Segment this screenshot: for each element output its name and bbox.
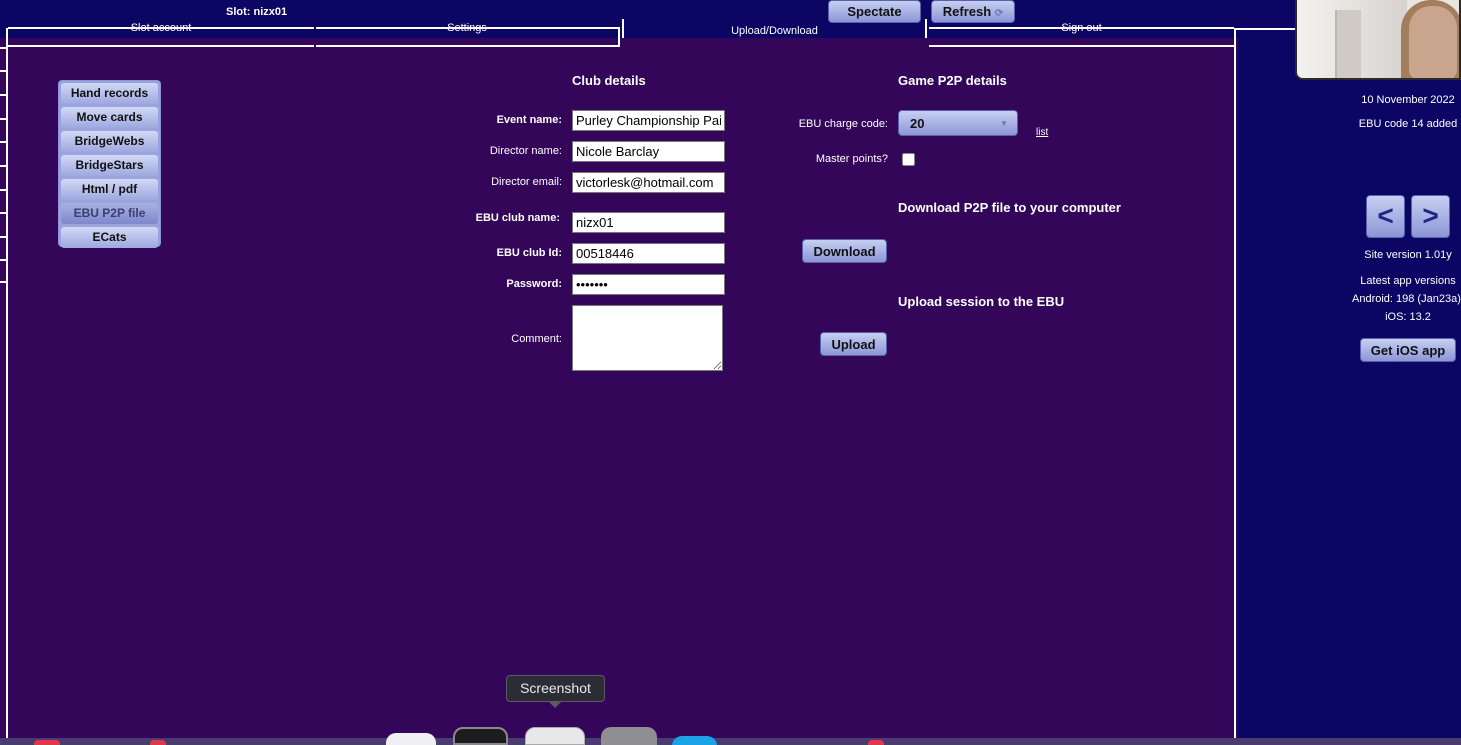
upload-heading: Upload session to the EBU [898,294,1065,309]
event-name-label: Event name: [496,114,562,126]
dock-app-icon[interactable] [672,736,717,745]
ebu-club-name-label: EBU club name: [475,212,560,224]
content-frame [6,28,1236,745]
ebu-charge-code-select[interactable]: 20 ▼ [898,110,1018,136]
latest-app-versions-heading: Latest app versions [1360,275,1456,287]
password-label: Password: [506,278,562,290]
tab-label: Slot account [130,22,192,34]
event-name-field[interactable] [572,110,725,131]
ebu-club-id-label: EBU club Id: [496,247,562,259]
edge-tick [0,281,7,283]
dock [0,738,1461,745]
tab-divider [1236,28,1296,30]
android-version: Android: 198 (Jan23a) [1352,293,1461,305]
side-menu: Hand records Move cards BridgeWebs Bridg… [58,80,161,248]
dock-app-icon[interactable] [868,740,884,745]
dock-safari-icon[interactable] [386,733,436,745]
right-panel [1238,38,1461,745]
refresh-label: Refresh [942,4,992,19]
webcam-thumbnail [1295,0,1461,80]
tab-sign-out[interactable]: Sign out [929,22,1234,47]
charge-code-list-link[interactable]: list [1036,127,1048,138]
next-button[interactable]: > [1411,195,1450,238]
master-points-checkbox[interactable] [902,153,915,166]
menu-item-ebu-p2p-file[interactable]: EBU P2P file [61,203,158,224]
director-email-label: Director email: [491,176,562,188]
tab-label: Upload/Download [731,25,818,37]
menu-item-ecats[interactable]: ECats [61,227,158,248]
dock-screenshot-icon[interactable] [525,727,585,745]
chevron-down-icon: ▼ [1000,119,1008,128]
webcam-person-face [1409,6,1457,78]
password-field[interactable] [572,274,725,295]
edge-tick [0,212,7,214]
news-item: EBU code 14 added [1358,118,1458,130]
spectate-button[interactable]: Spectate [828,0,921,23]
refresh-icon: ⟳ [994,8,1004,19]
ebu-charge-code-label: EBU charge code: [798,118,888,130]
edge-tick [0,165,7,167]
dock-app-icon[interactable] [34,740,60,745]
comment-field[interactable] [572,305,723,371]
edge-tick [0,259,7,261]
edge-tick [0,94,7,96]
webcam-door [1335,10,1361,78]
dock-app-icon[interactable] [150,740,166,745]
get-ios-app-button[interactable]: Get iOS app [1360,338,1456,362]
edge-tick [0,118,7,120]
menu-item-move-cards[interactable]: Move cards [61,107,158,128]
menu-item-bridgestars[interactable]: BridgeStars [61,155,158,176]
director-name-label: Director name: [489,145,562,157]
previous-button[interactable]: < [1366,195,1405,238]
edge-tick [0,70,7,72]
edge-tick [0,47,7,49]
download-button[interactable]: Download [802,239,887,263]
tooltip-arrow-icon [548,701,562,708]
dock-tooltip: Screenshot [506,675,605,702]
site-version: Site version 1.01y [1364,249,1452,261]
edge-tick [0,189,7,191]
edge-tick [0,141,7,143]
slot-label: Slot: nizx01 [226,6,288,18]
ebu-club-id-field[interactable] [572,243,725,264]
director-email-field[interactable] [572,172,725,193]
comment-label: Comment: [511,333,562,345]
tab-settings[interactable]: Settings [316,22,620,47]
menu-item-hand-records[interactable]: Hand records [61,83,158,104]
charge-code-value: 20 [910,116,925,131]
tab-label: Settings [447,22,487,34]
news-date: 10 November 2022 [1361,94,1455,106]
director-name-field[interactable] [572,141,725,162]
menu-item-html-pdf[interactable]: Html / pdf [61,179,158,200]
refresh-button[interactable]: Refresh ⟳ [931,0,1015,23]
menu-item-bridgewebs[interactable]: BridgeWebs [61,131,158,152]
tab-slot-account[interactable]: Slot account [8,22,314,47]
club-details-title: Club details [572,73,646,88]
ios-version: iOS: 13.2 [1385,311,1431,323]
game-p2p-title: Game P2P details [898,73,1007,88]
dock-settings-icon[interactable] [601,727,657,745]
master-points-label: Master points? [815,153,888,165]
download-heading: Download P2P file to your computer [898,200,1121,215]
upload-button[interactable]: Upload [820,332,887,356]
dock-terminal-icon[interactable] [453,727,508,745]
edge-tick [0,236,7,238]
ebu-club-name-field[interactable] [572,212,725,233]
